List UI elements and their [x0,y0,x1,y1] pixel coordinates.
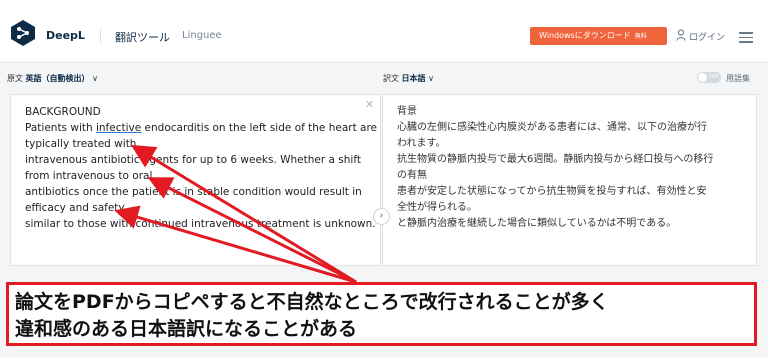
clear-text-icon[interactable]: ✕ [365,98,374,111]
target-line: 全性が得られる。 [397,202,477,213]
highlighted-word[interactable]: infective [96,122,141,134]
nav-divider [100,28,101,44]
source-line: similar to those with continued intraven… [25,218,376,230]
top-navigation-bar: DeepL 翻訳ツール Linguee Windowsにダウンロード 無料 ログイ… [0,0,768,63]
source-line: from intravenous to oral [25,170,153,182]
callout-text: 論文をPDFからコピペすると不自然なところで改行されることが多く 違和感のある日… [15,289,609,343]
target-line: 背景 [397,106,417,117]
glossary-toggle[interactable]: OFF [697,72,721,83]
login-link[interactable]: ログイン [689,30,725,43]
source-label: 原文 [7,74,23,83]
target-line: われます。 [397,138,446,149]
target-language-selector[interactable]: 訳文 日本語 ∨ [383,73,434,84]
deepl-logo-icon[interactable] [10,20,36,46]
target-language: 日本語 [401,74,426,83]
target-line: 患者が安定した状態になってから抗生物質を投与すれば、有効性と安 [397,186,707,197]
callout-line-2: 違和感のある日本語訳になることがある [15,318,358,340]
source-line: antibiotics once the patient is in stabl… [25,186,362,198]
toggle-state: OFF [709,74,719,80]
source-line: intravenous antibiotic agents for up to … [25,154,361,166]
source-line: typically treated with [25,138,137,150]
callout-line-1: 論文をPDFからコピペすると不自然なところで改行されることが多く [15,291,609,313]
brand-name[interactable]: DeepL [46,29,85,42]
hamburger-menu-icon[interactable] [739,32,753,43]
chevron-right-icon[interactable]: › [373,208,390,225]
target-line: 心臓の左側に感染性心内膜炎がある患者には、通常、以下の治療が行 [397,122,707,133]
glossary-label: 用語集 [726,74,750,83]
nav-linguee-link[interactable]: Linguee [182,30,222,41]
user-icon[interactable] [676,29,686,41]
toggle-knob [698,73,707,82]
target-line: と静脈内治療を継続した場合に類似しているかは不明である。 [397,218,677,229]
nav-translator-link[interactable]: 翻訳ツール [115,29,170,45]
translation-output: 背景 心臓の左側に感染性心内膜炎がある患者には、通常、以下の治療が行 われます。… [397,104,747,232]
download-windows-button[interactable]: Windowsにダウンロード 無料 [530,27,667,45]
target-label: 訳文 [383,74,399,83]
source-line: efficacy and safety [25,202,125,214]
download-button-label: Windowsにダウンロード [539,31,631,40]
chevron-down-icon: ∨ [92,74,98,83]
target-line: の有無 [397,170,427,181]
source-line: BACKGROUND [25,106,101,118]
free-badge: 無料 [634,33,647,40]
target-text-panel: 背景 心臓の左側に感染性心内膜炎がある患者には、通常、以下の治療が行 われます。… [382,94,757,266]
source-language-selector[interactable]: 原文 英語（自動検出） ∨ [7,73,98,84]
source-textarea[interactable]: BACKGROUND Patients with infective endoc… [25,104,378,232]
annotation-callout-box: 論文をPDFからコピペすると不自然なところで改行されることが多く 違和感のある日… [6,282,757,346]
target-line: 抗生物質の静脈内投与で最大6週間。静脈内投与から経口投与への移行 [397,154,714,165]
source-language: 英語（自動検出） [25,74,90,83]
source-line: Patients with infective endocarditis on … [25,122,378,134]
chevron-down-icon: ∨ [428,74,434,83]
source-text-panel[interactable]: BACKGROUND Patients with infective endoc… [10,94,381,266]
